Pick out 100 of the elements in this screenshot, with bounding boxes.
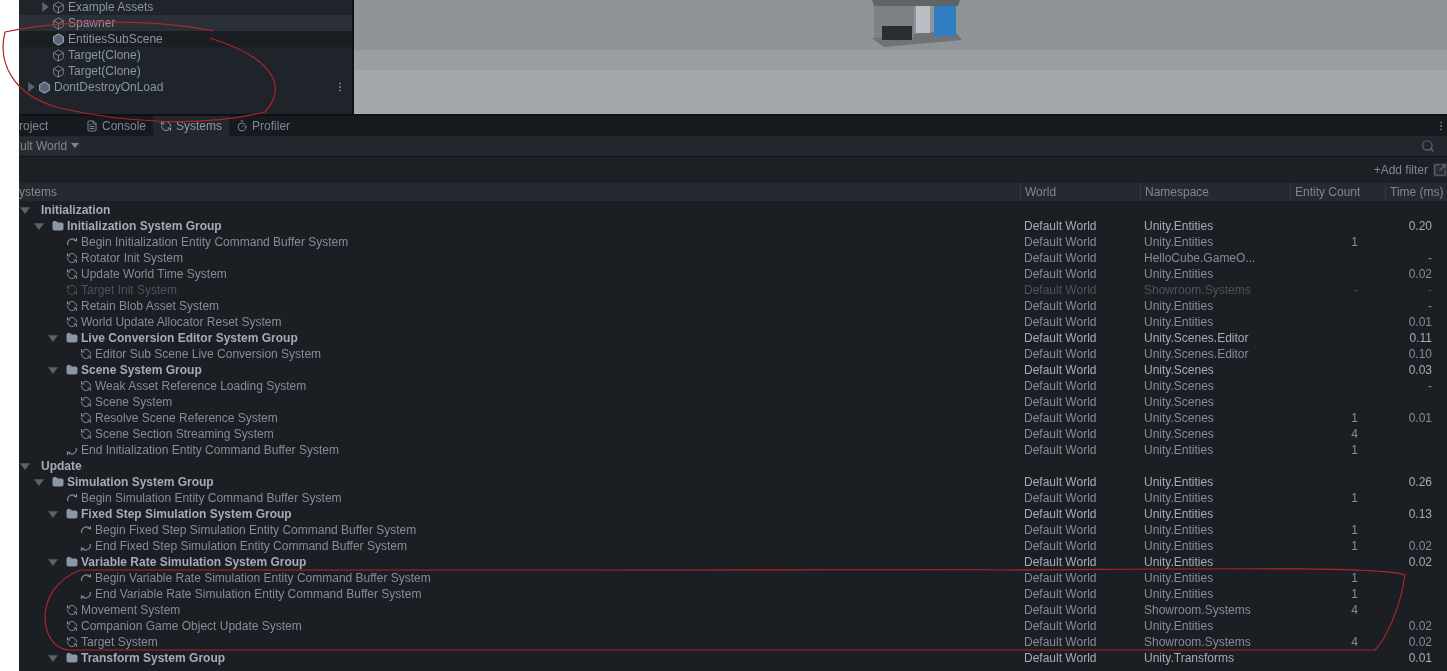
hexagon-icon: [52, 32, 65, 46]
world-cell: Default World: [1024, 283, 1097, 297]
namespace-cell: Unity.Entities: [1144, 587, 1214, 601]
system-row[interactable]: Transform System Group Default World Unity.Transforms 0.01: [19, 650, 1447, 666]
expand-arrow-icon[interactable]: [48, 653, 58, 663]
item-label: EntitiesSubScene: [68, 31, 163, 48]
expand-arrow-icon[interactable]: [34, 221, 44, 231]
item-label: Target(Clone): [68, 63, 141, 80]
system-row[interactable]: Rotator Init System Default World HelloCube.GameO... -: [19, 250, 1447, 266]
world-cell: Default World: [1024, 331, 1097, 345]
system-row[interactable]: Scene Section Streaming System Default World Unity.Scenes 4: [19, 426, 1447, 442]
system-name: Fixed Step Simulation System Group: [81, 506, 292, 523]
world-cell: Default World: [1024, 235, 1097, 249]
system-row[interactable]: Begin Simulation Entity Command Buffer System Default World Unity.Entities 1: [19, 490, 1447, 506]
world-cell: Default World: [1024, 603, 1097, 617]
panel-tab[interactable]: roject: [19, 116, 79, 136]
hierarchy-item[interactable]: Example Assets: [19, 0, 352, 15]
column-header[interactable]: World: [1025, 183, 1057, 201]
world-cell: Default World: [1024, 651, 1097, 665]
cube-icon: [52, 0, 65, 14]
world-dropdown[interactable]: ult World: [19, 137, 81, 155]
world-cell: Default World: [1024, 635, 1097, 649]
expand-arrow-icon[interactable]: [20, 205, 30, 215]
expand-arrow-icon[interactable]: [34, 477, 44, 487]
system-row[interactable]: Initialization: [19, 202, 1447, 218]
time-cell-text: 0.11: [1409, 330, 1432, 347]
hierarchy-item[interactable]: EntitiesSubScene: [19, 31, 352, 47]
expand-arrow-icon[interactable]: [26, 82, 36, 92]
expand-arrow-icon[interactable]: [48, 333, 58, 343]
column-header[interactable]: Time (ms): [1390, 183, 1444, 201]
system-name: Editor Sub Scene Live Conversion System: [95, 346, 322, 363]
entity-count-cell-text: 1: [1351, 234, 1358, 251]
system-row[interactable]: End Variable Rate Simulation Entity Command Buffer System Default World Unity.Entities 1: [19, 586, 1447, 602]
time-cell-text: -: [1428, 282, 1432, 299]
add-filter-button[interactable]: +Add filter: [1373, 160, 1428, 179]
panel-tab[interactable]: Profiler: [229, 116, 298, 136]
system-name: Weak Asset Reference Loading System: [95, 378, 307, 395]
system-row[interactable]: Update: [19, 458, 1447, 474]
folder-icon: [66, 508, 78, 520]
hexagon-icon: [38, 80, 51, 94]
world-cell: Default World: [1024, 619, 1097, 633]
system-row[interactable]: Target System Default World Showroom.Systems 4 0.02: [19, 634, 1447, 650]
system-row[interactable]: Simulation System Group Default World Unity.Entities 0.26: [19, 474, 1447, 490]
namespace-cell: Unity.Scenes: [1144, 379, 1214, 393]
system-row[interactable]: Companion Game Object Update System Default World Unity.Entities 0.02: [19, 618, 1447, 634]
hierarchy-item[interactable]: Target(Clone): [19, 47, 352, 63]
system-row[interactable]: Editor Sub Scene Live Conversion System Default World Unity.Scenes.Editor 0.10: [19, 346, 1447, 362]
system-row[interactable]: Resolve Scene Reference System Default World Unity.Scenes 1 0.01: [19, 410, 1447, 426]
system-row[interactable]: Initialization System Group Default World Unity.Entities 0.20: [19, 218, 1447, 234]
panel-tab[interactable]: Systems: [153, 116, 230, 136]
system-name: World Update Allocator Reset System: [81, 314, 282, 331]
namespace-cell: Unity.Scenes: [1144, 427, 1214, 441]
namespace-cell: Unity.Entities: [1144, 315, 1214, 329]
panel-tab[interactable]: Console: [79, 116, 154, 136]
system-row[interactable]: Retain Blob Asset System Default World Unity.Entities -: [19, 298, 1447, 314]
system-row[interactable]: Scene System Group Default World Unity.Scenes 0.03: [19, 362, 1447, 378]
system-row[interactable]: World Update Allocator Reset System Default World Unity.Entities 0.01: [19, 314, 1447, 330]
expand-arrow-icon[interactable]: [48, 365, 58, 375]
system-name: Scene System: [95, 394, 173, 411]
folder-icon: [66, 556, 78, 568]
popout-icon[interactable]: [1433, 162, 1447, 177]
hierarchy-item[interactable]: Target(Clone): [19, 63, 352, 79]
system-row[interactable]: Begin Initialization Entity Command Buffer System Default World Unity.Entities 1: [19, 234, 1447, 250]
world-cell: Default World: [1024, 555, 1097, 569]
namespace-cell: Unity.Entities: [1144, 555, 1214, 569]
namespace-cell: HelloCube.GameO...: [1144, 251, 1256, 265]
curved-arrow-icon: [80, 524, 92, 536]
system-name: Initialization: [41, 202, 111, 219]
system-row[interactable]: Weak Asset Reference Loading System Default World Unity.Scenes -: [19, 378, 1447, 394]
system-name: End Initialization Entity Command Buffer System: [81, 442, 339, 459]
hierarchy-item[interactable]: DontDestroyOnLoad: [19, 79, 352, 95]
folder-icon: [52, 476, 64, 488]
system-row[interactable]: Begin Fixed Step Simulation Entity Command Buffer System Default World Unity.Entities 1: [19, 522, 1447, 538]
system-row[interactable]: End Fixed Step Simulation Entity Command Buffer System Default World Unity.Entities 1 0.02: [19, 538, 1447, 554]
expand-arrow-icon[interactable]: [48, 557, 58, 567]
entity-count-cell-text: 1: [1351, 586, 1358, 603]
curved-arrow-icon: [66, 492, 78, 504]
search-icon[interactable]: [1421, 139, 1435, 153]
system-row[interactable]: Update World Time System Default World Unity.Entities 0.02: [19, 266, 1447, 282]
cycle-icon: [66, 268, 78, 280]
time-cell-text: -: [1428, 250, 1432, 267]
system-row[interactable]: End Initialization Entity Command Buffer System Default World Unity.Entities 1: [19, 442, 1447, 458]
system-row[interactable]: Variable Rate Simulation System Group Default World Unity.Entities 0.02: [19, 554, 1447, 570]
expand-arrow-icon[interactable]: [48, 509, 58, 519]
entity-count-cell-text: 4: [1351, 634, 1358, 651]
system-row[interactable]: Movement System Default World Showroom.Systems 4: [19, 602, 1447, 618]
expand-arrow-icon[interactable]: [20, 461, 30, 471]
system-row[interactable]: Begin Variable Rate Simulation Entity Command Buffer System Default World Unity.Entities 1: [19, 570, 1447, 586]
system-row[interactable]: Fixed Step Simulation System Group Default World Unity.Entities 0.13: [19, 506, 1447, 522]
column-header[interactable]: Entity Count: [1295, 183, 1361, 201]
column-header[interactable]: ystems: [19, 183, 57, 201]
system-row[interactable]: Scene System Default World Unity.Scenes: [19, 394, 1447, 410]
expand-arrow-icon[interactable]: [40, 2, 50, 12]
namespace-cell: Unity.Scenes.Editor: [1144, 331, 1249, 345]
column-header[interactable]: Namespace: [1145, 183, 1210, 201]
world-cell: Default World: [1024, 379, 1097, 393]
system-name: Scene System Group: [81, 362, 202, 379]
cycle-icon: [80, 380, 92, 392]
system-row[interactable]: Live Conversion Editor System Group Default World Unity.Scenes.Editor 0.11: [19, 330, 1447, 346]
world-cell: Default World: [1024, 219, 1097, 233]
